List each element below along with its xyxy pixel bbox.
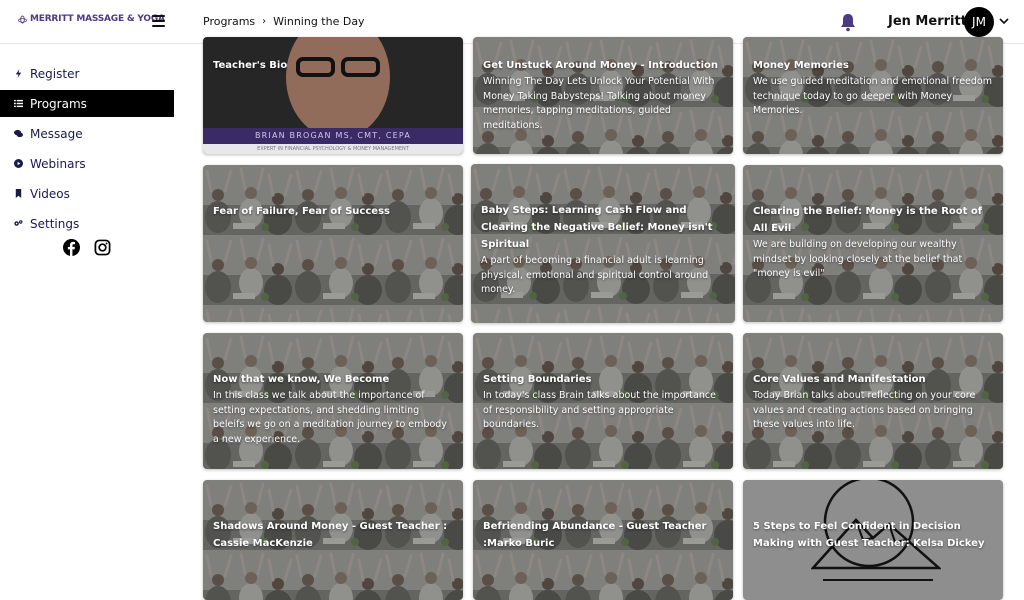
program-card[interactable]: Get Unstuck Around Money - Introduction W… — [473, 37, 733, 154]
card-content: Baby Steps: Learning Cash Flow and Clear… — [481, 202, 725, 298]
sidebar-item-videos[interactable]: Videos — [0, 180, 174, 207]
sidebar: Register Programs Message Webinars Video… — [0, 44, 174, 588]
facebook-icon[interactable] — [63, 239, 80, 256]
program-card[interactable]: Clearing the Belief: Money is the Root o… — [743, 165, 1003, 322]
card-title: Setting Boundaries — [483, 374, 592, 385]
sidebar-item-label: Settings — [30, 216, 80, 231]
card-content: Teacher's Bio — [213, 57, 453, 74]
breadcrumb-current: Winning the Day — [273, 15, 365, 28]
sidebar-item-label: Message — [30, 126, 83, 141]
card-content: Now that we know, We Become In this class… — [213, 371, 453, 447]
breadcrumb-programs[interactable]: Programs — [203, 15, 255, 28]
chat-icon — [14, 129, 23, 138]
card-title: Core Values and Manifestation — [753, 374, 926, 385]
breadcrumb: Programs › Winning the Day — [203, 15, 365, 28]
card-content: Money Memories We use guided meditation a… — [753, 57, 993, 119]
bio-name-band: BRIAN BROGAN MS, CMT, CEPA — [203, 128, 463, 144]
program-card[interactable]: Fear of Failure, Fear of Success — [203, 165, 463, 322]
card-description: We use guided meditation and emotional f… — [753, 76, 992, 116]
play-circle-icon — [14, 159, 23, 168]
card-description: A part of becoming a financial adult is … — [481, 255, 709, 295]
sidebar-item-label: Webinars — [30, 156, 86, 171]
gears-icon — [14, 220, 23, 226]
program-card[interactable]: Baby Steps: Learning Cash Flow and Clear… — [471, 164, 735, 323]
chevron-down-icon[interactable] — [999, 17, 1009, 25]
card-overlay — [203, 165, 463, 322]
program-card[interactable]: Now that we know, We Become In this class… — [203, 333, 463, 469]
instagram-icon[interactable] — [94, 239, 111, 256]
program-card[interactable]: BRIAN BROGAN MS, CMT, CEPA EXPERT IN FINA… — [203, 37, 463, 154]
card-content: 5 Steps to Feel Confident in Decision Ma… — [753, 518, 993, 552]
logo[interactable]: MERRITT MASSAGE & YOGA — [18, 14, 165, 24]
bell-icon[interactable] — [839, 12, 857, 32]
program-card[interactable]: 5 Steps to Feel Confident in Decision Ma… — [743, 480, 1003, 600]
card-content: Setting Boundaries In today's class Brain… — [483, 371, 723, 433]
program-card[interactable]: Money Memories We use guided meditation a… — [743, 37, 1003, 154]
program-card[interactable]: Core Values and Manifestation Today Brian… — [743, 333, 1003, 469]
bio-subtitle: EXPERT IN FINANCIAL PSYCHOLOGY & MONEY M… — [203, 144, 463, 154]
list-icon — [14, 99, 23, 108]
card-title: Get Unstuck Around Money - Introduction — [483, 60, 718, 71]
sidebar-item-message[interactable]: Message — [0, 120, 174, 147]
card-description: We are building on developing our wealth… — [753, 239, 963, 279]
card-description: In this class we talk about the importan… — [213, 390, 447, 445]
card-description: In today's class Brain talks about the i… — [483, 390, 716, 430]
card-title: Befriending Abundance - Guest Teacher :M… — [483, 521, 707, 549]
card-content: Clearing the Belief: Money is the Root o… — [753, 203, 993, 282]
bookmark-icon — [15, 189, 22, 198]
sidebar-item-label: Programs — [30, 96, 87, 111]
card-content: Befriending Abundance - Guest Teacher :M… — [483, 518, 723, 552]
card-title: Shadows Around Money - Guest Teacher : C… — [213, 521, 448, 549]
card-title: Baby Steps: Learning Cash Flow and Clear… — [481, 205, 713, 250]
card-title: Teacher's Bio — [213, 60, 288, 71]
card-content: Fear of Failure, Fear of Success — [213, 203, 453, 220]
card-description: Today Brian talks about reflecting on yo… — [753, 390, 976, 430]
sidebar-item-webinars[interactable]: Webinars — [0, 150, 174, 177]
program-card[interactable]: Shadows Around Money - Guest Teacher : C… — [203, 480, 463, 600]
avatar[interactable]: JM — [964, 7, 994, 37]
card-title: Clearing the Belief: Money is the Root o… — [753, 206, 983, 234]
card-content: Shadows Around Money - Guest Teacher : C… — [213, 518, 453, 552]
sidebar-item-settings[interactable]: Settings — [0, 210, 174, 237]
menu-toggle-icon[interactable] — [152, 15, 165, 27]
sidebar-item-register[interactable]: Register — [0, 60, 174, 87]
user-name[interactable]: Jen Merritt — [888, 14, 967, 29]
chevron-right-icon: › — [262, 16, 267, 27]
lotus-icon — [18, 14, 27, 24]
sidebar-item-label: Register — [30, 66, 80, 81]
card-title: 5 Steps to Feel Confident in Decision Ma… — [753, 521, 985, 549]
logo-text: MERRITT MASSAGE & YOGA — [30, 14, 165, 24]
sidebar-item-label: Videos — [30, 186, 70, 201]
card-title: Money Memories — [753, 60, 849, 71]
program-card[interactable]: Setting Boundaries In today's class Brain… — [473, 333, 733, 469]
card-title: Fear of Failure, Fear of Success — [213, 206, 390, 217]
card-description: Winning The Day Lets Unlock Your Potenti… — [483, 76, 715, 131]
card-title: Now that we know, We Become — [213, 374, 390, 385]
card-content: Core Values and Manifestation Today Brian… — [753, 371, 993, 433]
bolt-icon — [15, 69, 22, 78]
card-content: Get Unstuck Around Money - Introduction W… — [483, 57, 723, 133]
program-card[interactable]: Befriending Abundance - Guest Teacher :M… — [473, 480, 733, 600]
sidebar-item-programs[interactable]: Programs — [0, 90, 174, 117]
